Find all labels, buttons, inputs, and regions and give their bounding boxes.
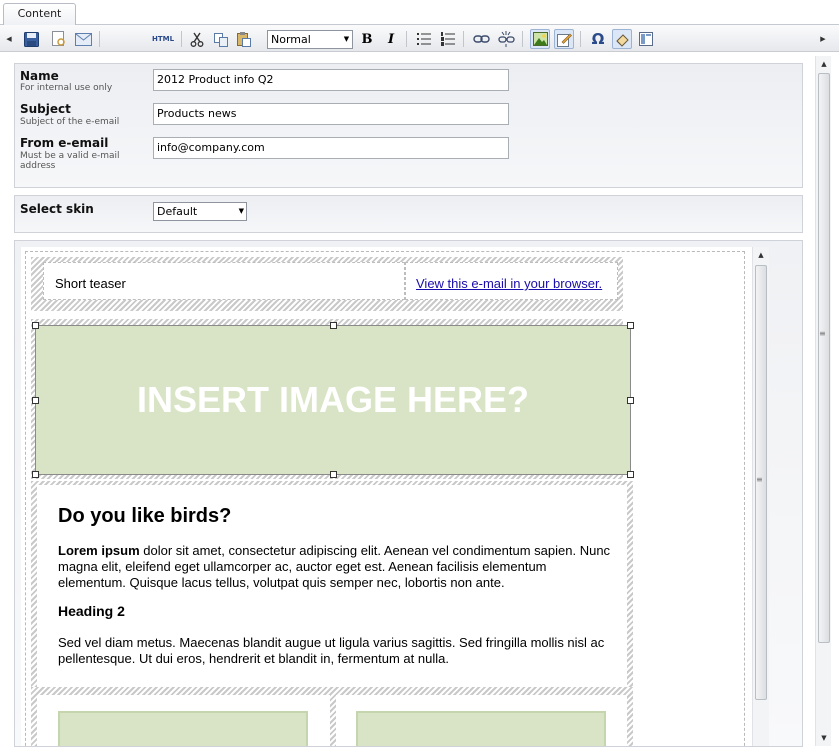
page-scrollbar[interactable]: ▲ ≡ ▼ [815,56,831,746]
cut-icon[interactable] [187,29,207,49]
scroll-down-icon[interactable]: ▼ [816,730,832,746]
article-paragraph-1: Lorem ipsum dolor sit amet, consectetur … [58,543,618,591]
format-dropdown-value: Normal [271,33,311,46]
lead-bold-text: Lorem ipsum [58,543,140,558]
from-email-input[interactable]: info@company.com [153,137,509,159]
column-left[interactable] [37,695,330,746]
preview-icon[interactable] [48,29,68,49]
html-source-icon[interactable]: HTML [150,29,176,49]
clear-format-icon[interactable] [612,29,632,49]
editor-toolbar: ◀ HTML Normal ▼ B I Ω ▶ [0,25,839,52]
skin-dropdown[interactable]: Default ▼ [153,202,247,221]
image-placeholder-box: INSERT IMAGE HERE? [35,325,631,475]
name-input[interactable]: 2012 Product info Q2 [153,69,509,91]
view-in-browser-link[interactable]: View this e-mail in your browser. [416,276,602,291]
image-placeholder-left [58,711,308,746]
insert-image-icon[interactable] [530,29,550,49]
resize-handle[interactable] [627,322,634,329]
from-email-hint: Must be a valid e-mail address [20,151,120,171]
unlink-icon[interactable] [496,29,516,49]
resize-handle[interactable] [330,322,337,329]
image-placeholder-text: INSERT IMAGE HERE? [136,379,530,420]
email-settings-panel: Name For internal use only 2012 Product … [14,63,803,188]
send-email-icon[interactable] [73,29,93,49]
column-right[interactable] [336,695,627,746]
skin-panel: Select skin Default ▼ [14,195,803,233]
article-cell[interactable]: Do you like birds? Lorem ipsum dolor sit… [37,485,627,687]
email-editor: Short teaser View this e-mail in your br… [14,240,803,747]
grip-icon: ≡ [756,475,763,484]
special-character-icon[interactable]: Ω [588,29,608,49]
lead-text: dolor sit amet, consectetur adipiscing e… [58,543,611,590]
save-icon[interactable] [21,29,41,49]
show-blocks-icon[interactable] [636,29,656,49]
editor-canvas[interactable]: Short teaser View this e-mail in your br… [21,247,767,746]
italic-icon[interactable]: I [381,29,401,49]
link-icon[interactable] [471,29,491,49]
scroll-up-icon[interactable]: ▲ [816,56,832,72]
copy-icon[interactable] [211,29,231,49]
resize-handle[interactable] [330,471,337,478]
article-subheading: Heading 2 [58,603,125,619]
subject-input[interactable]: Products news [153,103,509,125]
numbered-list-icon[interactable] [438,29,458,49]
resize-handle[interactable] [627,397,634,404]
skin-label: Select skin [20,202,94,216]
subject-hint: Subject of the e-email [20,117,120,127]
paste-icon[interactable] [234,29,254,49]
skin-dropdown-value: Default [157,205,198,218]
format-dropdown[interactable]: Normal ▼ [267,30,353,49]
teaser-cell[interactable]: Short teaser [43,262,405,300]
teaser-row: Short teaser View this e-mail in your br… [31,257,623,311]
resize-handle[interactable] [32,322,39,329]
bold-icon[interactable]: B [357,29,377,49]
grip-icon: ≡ [819,329,826,338]
tab-strip: Content [0,0,839,26]
subject-label: Subject [20,102,71,116]
teaser-text: Short teaser [55,276,126,291]
editor-scrollbar[interactable]: ▲ ≡ [752,247,769,746]
page-scrollbar-thumb[interactable] [818,73,830,643]
resize-handle[interactable] [627,471,634,478]
chevron-down-icon: ▼ [238,207,244,215]
name-hint: For internal use only [20,83,113,93]
toolbar-scroll-left-icon[interactable]: ◀ [2,29,16,49]
image-placeholder-right [356,711,606,746]
article-heading: Do you like birds? [58,505,232,527]
from-email-label: From e-email [20,136,109,150]
view-in-browser-cell[interactable]: View this e-mail in your browser. [405,262,618,300]
tab-content[interactable]: Content [3,3,76,26]
name-label: Name [20,69,59,83]
edit-icon[interactable] [554,29,574,49]
scroll-up-icon[interactable]: ▲ [753,247,769,263]
resize-handle[interactable] [32,397,39,404]
image-placeholder[interactable]: INSERT IMAGE HERE? [32,322,634,478]
article-paragraph-2: Sed vel diam metus. Maecenas blandit aug… [58,635,605,666]
resize-handle[interactable] [32,471,39,478]
chevron-down-icon: ▼ [343,35,350,43]
toolbar-scroll-right-icon[interactable]: ▶ [816,29,830,49]
bulleted-list-icon[interactable] [414,29,434,49]
